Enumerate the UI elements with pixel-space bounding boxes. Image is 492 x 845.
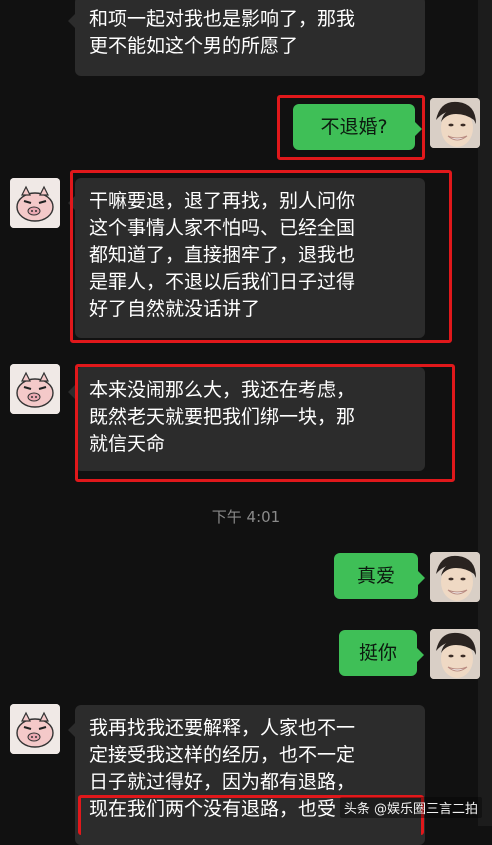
highlight-box	[70, 170, 452, 343]
highlight-box	[75, 364, 455, 482]
avatar-man[interactable]	[430, 629, 480, 679]
chat-screen: 和项一起对我也是影响了，那我 更不能如这个男的所愿了 不退婚? 干嘛要退，退了再…	[0, 0, 492, 845]
timestamp: 下午 4:01	[211, 508, 281, 526]
avatar-man[interactable]	[430, 98, 480, 148]
highlight-box	[277, 95, 425, 160]
message-bubble-outgoing[interactable]: 挺你	[339, 630, 424, 676]
watermark: 头条 @娱乐圈三言二拍	[339, 797, 482, 818]
right-edge	[478, 0, 492, 826]
avatar-pig[interactable]	[10, 364, 60, 414]
message-bubble-outgoing[interactable]: 真爱	[334, 553, 425, 599]
avatar-pig[interactable]	[10, 704, 60, 754]
avatar-man[interactable]	[430, 552, 480, 602]
message-bubble-incoming[interactable]: 和项一起对我也是影响了，那我 更不能如这个男的所愿了	[68, 0, 425, 76]
avatar-pig[interactable]	[10, 178, 60, 228]
